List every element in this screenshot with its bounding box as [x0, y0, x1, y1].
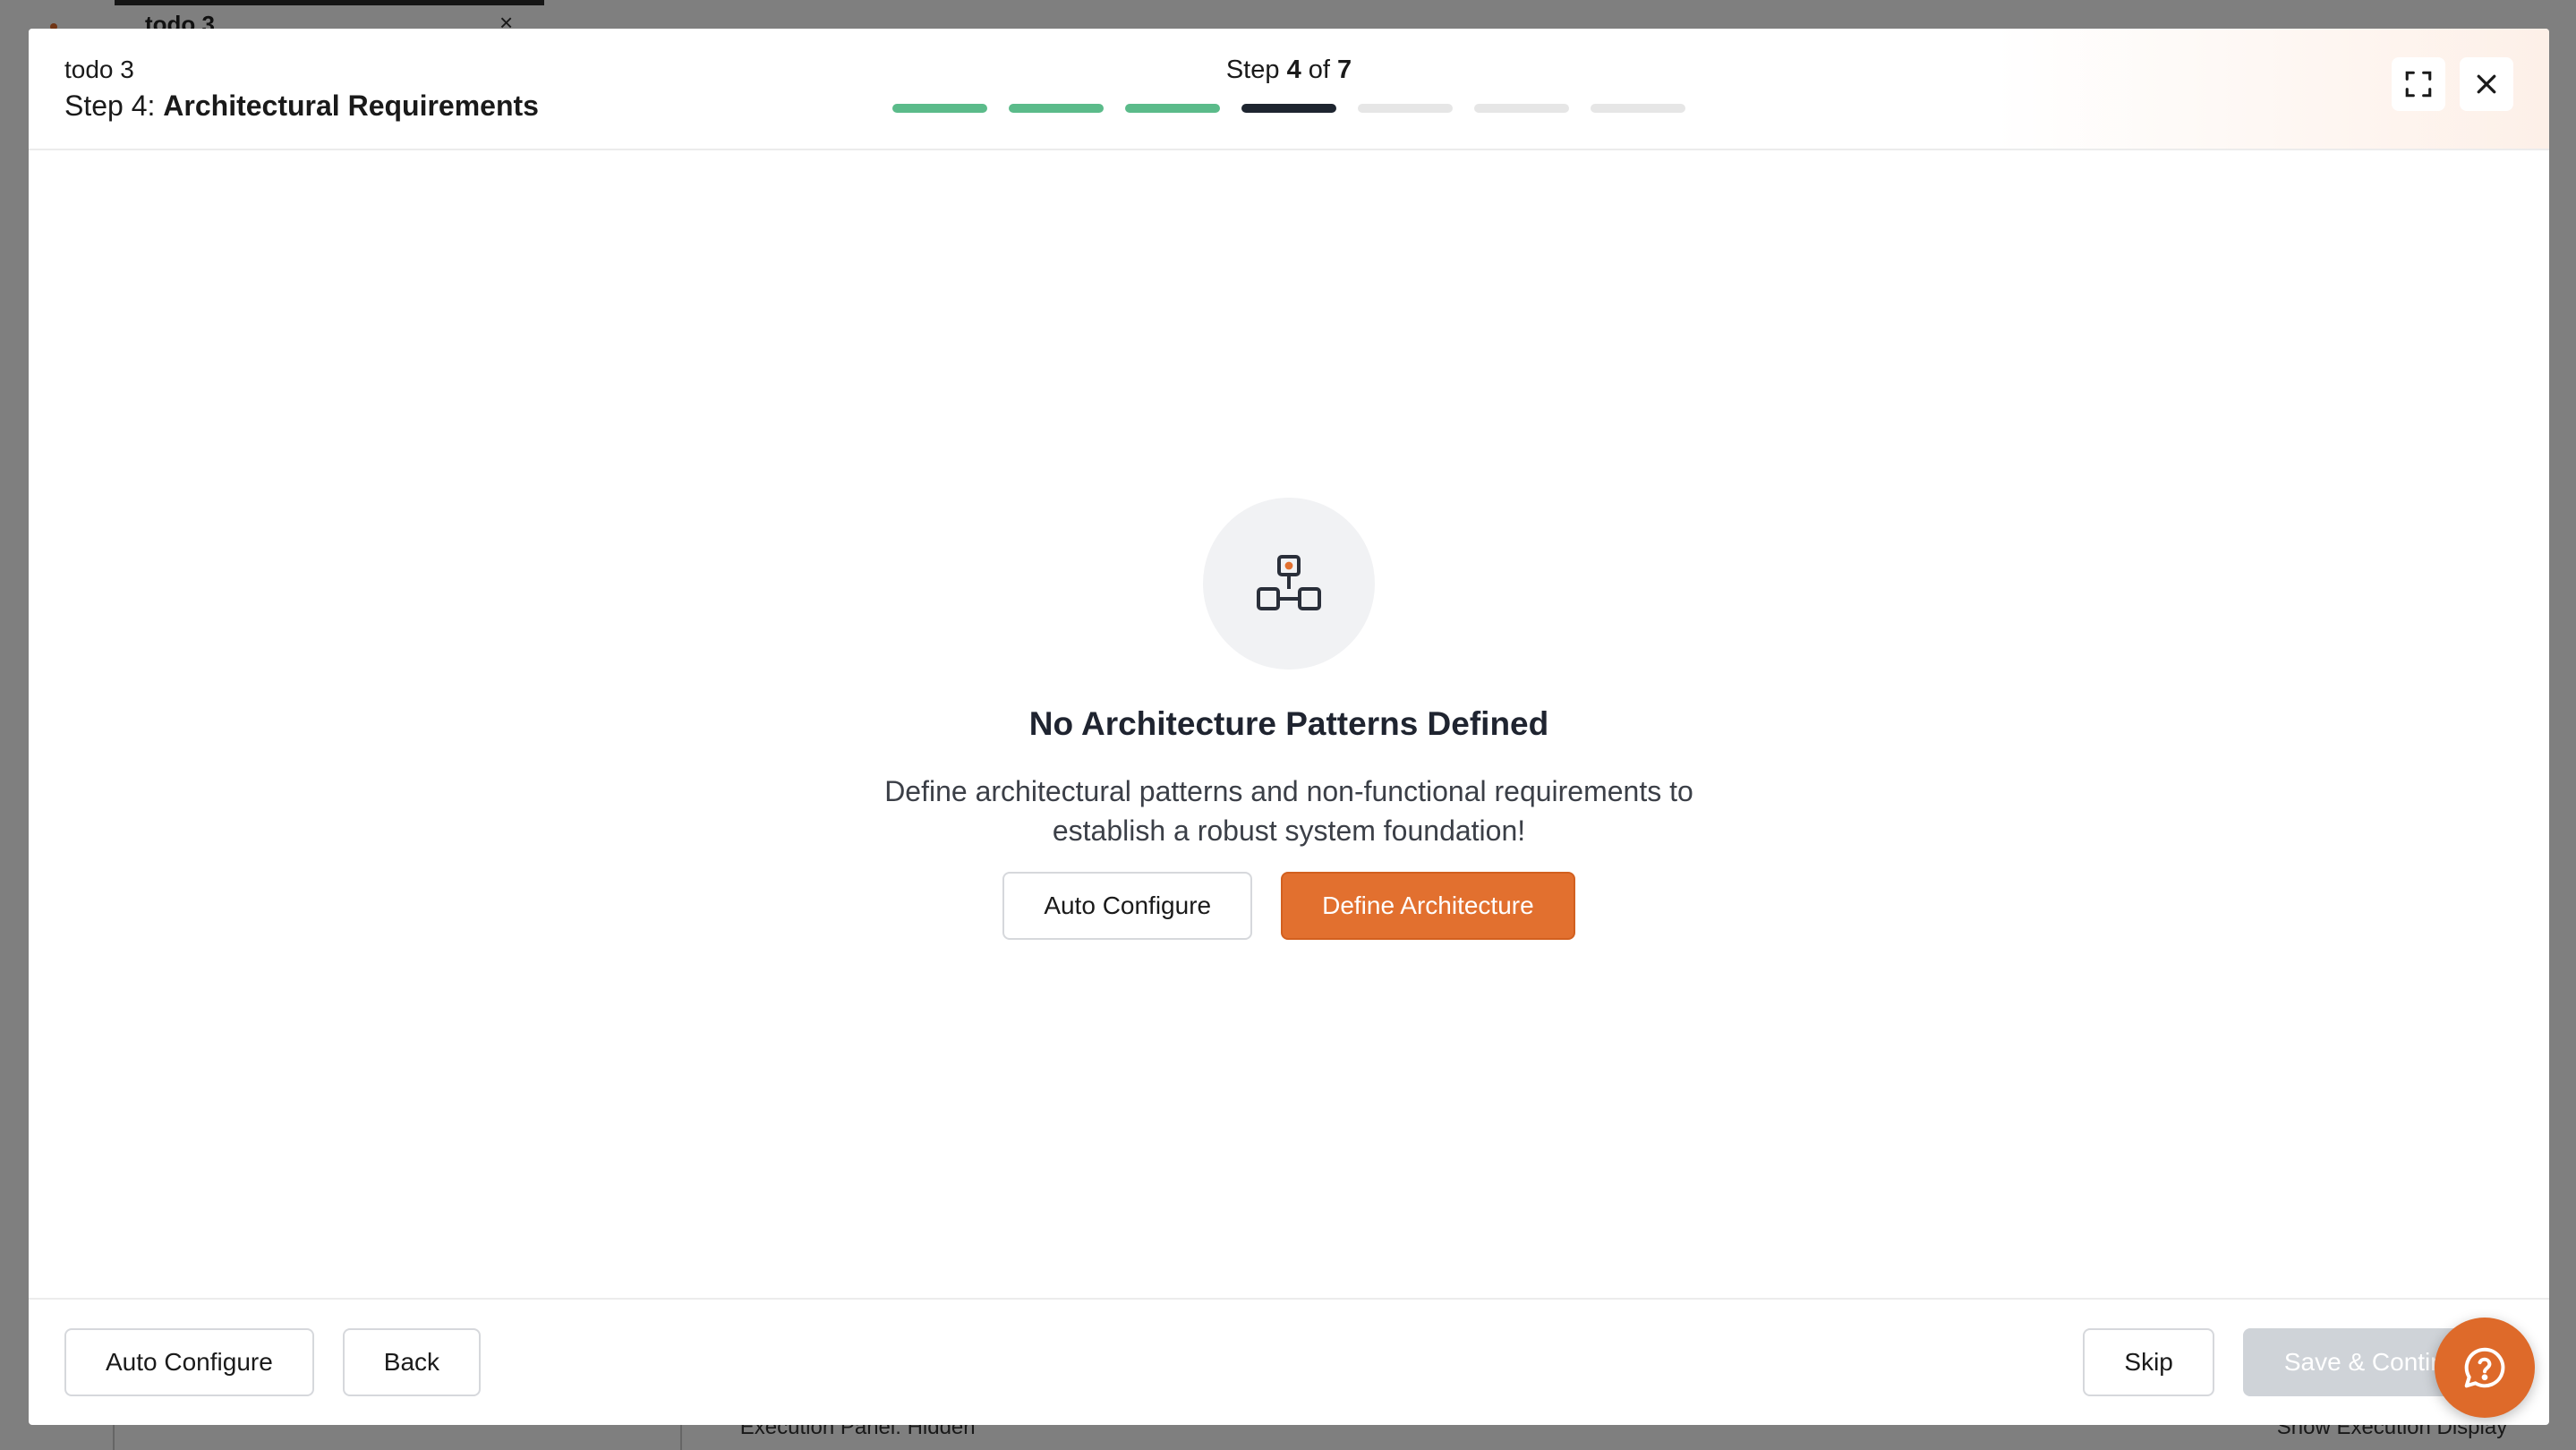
- back-button[interactable]: Back: [342, 1328, 482, 1396]
- progress-segment: [1474, 104, 1569, 113]
- empty-state: No Architecture Patterns Defined Define …: [797, 498, 1781, 940]
- wizard-modal: todo 3 Step 4: Architectural Requirement…: [29, 29, 2549, 1425]
- step-word: Step: [1225, 55, 1287, 84]
- empty-state-actions: Auto Configure Define Architecture: [1002, 872, 1575, 940]
- progress-segment: [1591, 104, 1685, 113]
- modal-header: todo 3 Step 4: Architectural Requirement…: [29, 29, 2549, 150]
- empty-state-description: Define architectural patterns and non-fu…: [884, 772, 1693, 850]
- step-title-prefix: Step 4:: [64, 90, 164, 122]
- close-icon: [2477, 74, 2496, 94]
- progress-segment: [892, 104, 987, 113]
- define-architecture-button[interactable]: Define Architecture: [1281, 872, 1575, 940]
- footer-auto-configure-button[interactable]: Auto Configure: [64, 1328, 314, 1396]
- step-indicator: Step 4 of 7: [892, 52, 1685, 88]
- modal-body: No Architecture Patterns Defined Define …: [29, 150, 2549, 1418]
- fullscreen-icon: [2405, 71, 2432, 98]
- architecture-blocks-icon: [1257, 555, 1321, 610]
- empty-auto-configure-button[interactable]: Auto Configure: [1002, 872, 1253, 940]
- empty-state-description-line: Define architectural patterns and non-fu…: [884, 775, 1693, 807]
- empty-state-description-line: establish a robust system foundation!: [1052, 815, 1526, 847]
- step-progress: Step 4 of 7: [892, 52, 1685, 113]
- step-current: 4: [1286, 55, 1301, 84]
- help-chat-button[interactable]: [2435, 1318, 2535, 1418]
- close-button[interactable]: [2460, 57, 2513, 111]
- project-name: todo 3: [64, 55, 134, 83]
- progress-segment: [1125, 104, 1220, 113]
- footer-left-actions: Auto Configure Back: [64, 1328, 482, 1396]
- header-titles: todo 3 Step 4: Architectural Requirement…: [64, 54, 539, 125]
- skip-button[interactable]: Skip: [2083, 1328, 2214, 1396]
- step-of: of: [1301, 55, 1338, 84]
- fullscreen-button[interactable]: [2392, 57, 2445, 111]
- progress-bar: [892, 104, 1685, 113]
- progress-segment: [1358, 104, 1453, 113]
- empty-state-title: No Architecture Patterns Defined: [1028, 705, 1549, 742]
- empty-state-icon-container: [1203, 498, 1375, 670]
- step-total: 7: [1337, 55, 1352, 84]
- progress-segment: [1009, 104, 1104, 113]
- help-chat-icon: [2464, 1347, 2505, 1388]
- step-title-name: Architectural Requirements: [163, 90, 539, 122]
- modal-footer: Auto Configure Back Skip Save & Continue: [29, 1298, 2549, 1425]
- header-actions: [2392, 57, 2513, 111]
- step-title: Step 4: Architectural Requirements: [64, 86, 539, 125]
- progress-segment: [1241, 104, 1336, 113]
